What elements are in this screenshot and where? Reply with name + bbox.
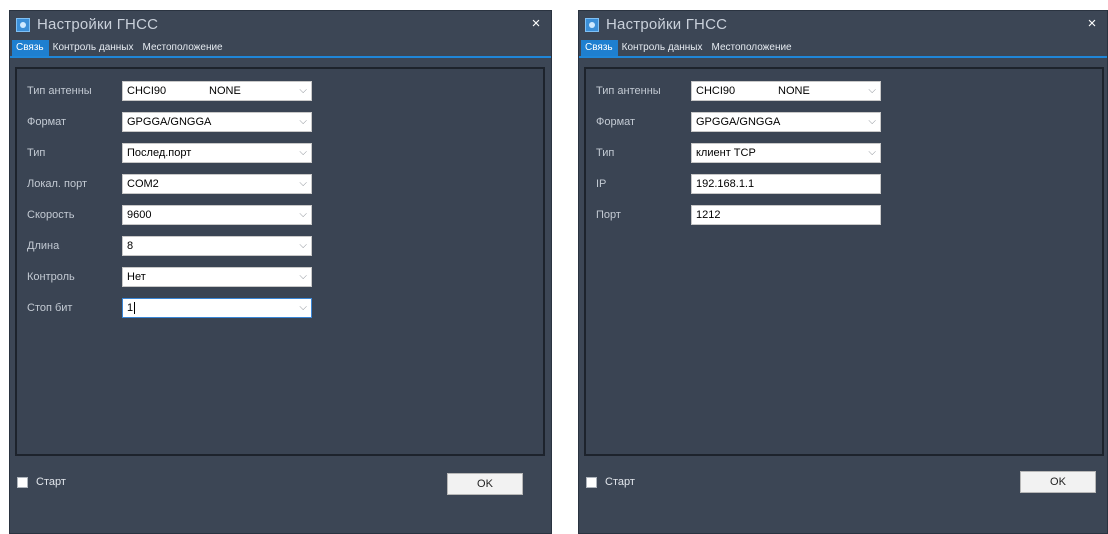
local-port-value: COM2 bbox=[127, 178, 159, 190]
antenna-type-select[interactable]: CHCI90 NONE ⌵ bbox=[691, 81, 881, 101]
chevron-down-icon[interactable]: ⌵ bbox=[868, 116, 876, 127]
tab-location[interactable]: Местоположение bbox=[708, 40, 797, 56]
format-select[interactable]: GPGGA/GNGGA ⌵ bbox=[691, 112, 881, 132]
data-bits-label: Длина bbox=[27, 240, 60, 252]
chevron-down-icon[interactable]: ⌵ bbox=[299, 240, 307, 251]
type-select[interactable]: клиент TCP ⌵ bbox=[691, 143, 881, 163]
format-select[interactable]: GPGGA/GNGGA ⌵ bbox=[122, 112, 312, 132]
tab-data-control[interactable]: Контроль данных bbox=[618, 40, 708, 56]
tab-bar: Связь Контроль данных Местоположение bbox=[10, 38, 551, 58]
close-button[interactable]: × bbox=[527, 15, 545, 33]
antenna-model-value: CHCI90 bbox=[696, 85, 736, 97]
start-label: Старт bbox=[605, 476, 635, 488]
chevron-down-icon[interactable]: ⌵ bbox=[299, 271, 307, 282]
gnss-settings-window-tcp: Настройки ГНСС × Связь Контроль данных М… bbox=[578, 10, 1108, 534]
type-label: Тип bbox=[27, 147, 46, 159]
chevron-down-icon[interactable]: ⌵ bbox=[868, 85, 876, 96]
format-value: GPGGA/GNGGA bbox=[127, 116, 212, 128]
data-bits-value: 8 bbox=[127, 240, 134, 252]
parity-label: Контроль bbox=[27, 271, 75, 283]
type-select[interactable]: Послед.порт ⌵ bbox=[122, 143, 312, 163]
start-checkbox-row[interactable]: Старт bbox=[17, 476, 66, 488]
start-checkbox[interactable] bbox=[17, 476, 28, 488]
type-value: клиент TCP bbox=[696, 147, 756, 159]
chevron-down-icon[interactable]: ⌵ bbox=[299, 147, 307, 158]
antenna-option-value: NONE bbox=[209, 85, 241, 97]
antenna-model-value: CHCI90 bbox=[127, 85, 167, 97]
window-title: Настройки ГНСС bbox=[37, 16, 159, 33]
local-port-label: Локал. порт bbox=[27, 178, 88, 190]
stop-bits-value: 1 bbox=[127, 302, 134, 314]
gnss-settings-icon bbox=[585, 17, 599, 32]
start-checkbox-row[interactable]: Старт bbox=[586, 476, 635, 488]
tab-connection[interactable]: Связь bbox=[12, 40, 49, 56]
local-port-select[interactable]: COM2 ⌵ bbox=[122, 174, 312, 194]
tab-connection[interactable]: Связь bbox=[581, 40, 618, 56]
ip-value: 192.168.1.1 bbox=[696, 178, 755, 190]
parity-select[interactable]: Нет ⌵ bbox=[122, 267, 312, 287]
ok-button[interactable]: OK bbox=[447, 473, 523, 495]
ok-button[interactable]: OK bbox=[1020, 471, 1096, 493]
antenna-type-label: Тип антенны bbox=[27, 85, 92, 97]
format-value: GPGGA/GNGGA bbox=[696, 116, 781, 128]
chevron-down-icon[interactable]: ⌵ bbox=[299, 85, 307, 96]
format-label: Формат bbox=[596, 116, 636, 128]
parity-value: Нет bbox=[127, 271, 146, 283]
antenna-option-value: NONE bbox=[778, 85, 810, 97]
chevron-down-icon[interactable]: ⌵ bbox=[299, 302, 307, 313]
start-checkbox[interactable] bbox=[586, 476, 597, 488]
window-title: Настройки ГНСС bbox=[606, 16, 728, 33]
format-label: Формат bbox=[27, 116, 67, 128]
stop-bits-select[interactable]: 1 ⌵ bbox=[122, 298, 312, 318]
ip-input[interactable]: 192.168.1.1 bbox=[691, 174, 881, 194]
chevron-down-icon[interactable]: ⌵ bbox=[868, 147, 876, 158]
type-value: Послед.порт bbox=[127, 147, 192, 159]
ip-label: IP bbox=[596, 178, 607, 190]
chevron-down-icon[interactable]: ⌵ bbox=[299, 178, 307, 189]
settings-panel: Тип антенны CHCI90 NONE ⌵ Формат GPGGA/G… bbox=[15, 67, 545, 456]
gnss-settings-icon bbox=[16, 17, 30, 32]
settings-panel: Тип антенны CHCI90 NONE ⌵ Формат GPGGA/G… bbox=[584, 67, 1104, 456]
baud-rate-value: 9600 bbox=[127, 209, 152, 221]
tab-location[interactable]: Местоположение bbox=[139, 40, 228, 56]
stop-bits-label: Стоп бит bbox=[27, 302, 73, 314]
title-bar: Настройки ГНСС × bbox=[579, 11, 1107, 38]
close-button[interactable]: × bbox=[1083, 15, 1101, 33]
port-label: Порт bbox=[596, 209, 621, 221]
type-label: Тип bbox=[596, 147, 615, 159]
antenna-type-select[interactable]: CHCI90 NONE ⌵ bbox=[122, 81, 312, 101]
chevron-down-icon[interactable]: ⌵ bbox=[299, 209, 307, 220]
gnss-settings-window-serial: Настройки ГНСС × Связь Контроль данных М… bbox=[9, 10, 552, 534]
chevron-down-icon[interactable]: ⌵ bbox=[299, 116, 307, 127]
tab-bar: Связь Контроль данных Местоположение bbox=[579, 38, 1107, 58]
baud-rate-select[interactable]: 9600 ⌵ bbox=[122, 205, 312, 225]
data-bits-select[interactable]: 8 ⌵ bbox=[122, 236, 312, 256]
port-input[interactable]: 1212 bbox=[691, 205, 881, 225]
antenna-type-label: Тип антенны bbox=[596, 85, 661, 97]
start-label: Старт bbox=[36, 476, 66, 488]
port-value: 1212 bbox=[696, 209, 721, 221]
tab-data-control[interactable]: Контроль данных bbox=[49, 40, 139, 56]
text-cursor bbox=[134, 302, 136, 314]
baud-rate-label: Скорость bbox=[27, 209, 75, 221]
title-bar: Настройки ГНСС × bbox=[10, 11, 551, 38]
